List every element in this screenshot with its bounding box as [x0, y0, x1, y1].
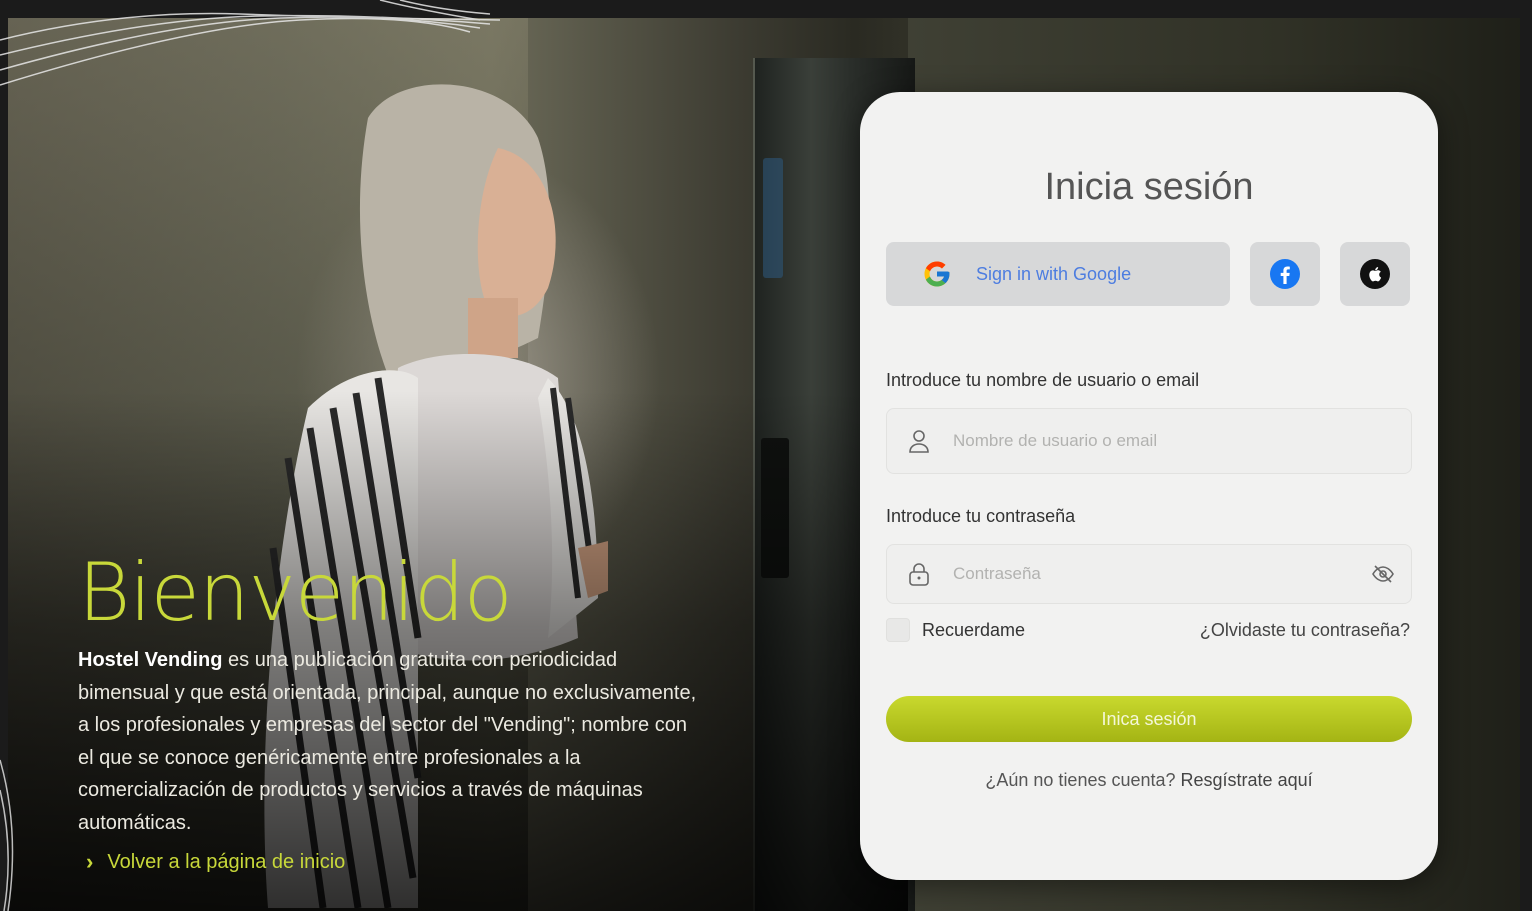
user-icon	[887, 428, 951, 454]
lock-icon	[887, 561, 951, 587]
description-text: es una publicación gratuita con periodic…	[78, 649, 697, 834]
password-label: Introduce tu contraseña	[886, 506, 1076, 526]
facebook-login-button[interactable]	[1250, 242, 1320, 306]
username-input[interactable]	[951, 430, 1411, 452]
register-prompt-text: ¿Aún no tienes cuenta?	[985, 770, 1181, 790]
apple-login-button[interactable]	[1340, 242, 1410, 306]
remember-label: Recuerdame	[922, 619, 1026, 640]
apple-icon	[1360, 259, 1390, 289]
welcome-title: Bienvenido	[78, 546, 513, 639]
forgot-password-link[interactable]: ¿Olvidaste tu contraseña?	[1200, 620, 1410, 641]
remember-me[interactable]: Recuerdame	[886, 618, 1025, 642]
decorative-lines	[0, 0, 501, 86]
eye-off-icon[interactable]	[1355, 564, 1411, 584]
chevron-right-icon: ›	[86, 849, 94, 874]
login-card: Inicia sesión Sign in with Google Introd	[860, 92, 1438, 880]
back-home-link[interactable]: › Volver a la página de inicio	[78, 849, 708, 875]
remember-checkbox[interactable]	[886, 618, 910, 642]
brand-name: Hostel Vending	[78, 649, 223, 671]
google-sign-in-button[interactable]: Sign in with Google	[886, 242, 1230, 306]
google-sign-in-label: Sign in with Google	[976, 263, 1132, 284]
register-link[interactable]: Resgístrate aquí	[1181, 770, 1313, 790]
google-icon	[924, 261, 950, 287]
register-prompt: ¿Aún no tienes cuenta? Resgístrate aquí	[860, 770, 1438, 791]
welcome-section: Bienvenido Hostel Vending es una publica…	[78, 548, 708, 875]
back-home-label: Volver a la página de inicio	[107, 850, 346, 873]
login-title: Inicia sesión	[1044, 166, 1254, 208]
social-login-row: Sign in with Google	[886, 242, 1410, 306]
password-input[interactable]	[951, 563, 1355, 585]
username-label: Introduce tu nombre de usuario o email	[886, 370, 1200, 390]
facebook-icon	[1270, 259, 1300, 289]
username-field[interactable]	[886, 408, 1412, 474]
decorative-lines-left	[0, 759, 14, 911]
welcome-description: Hostel Vending es una publicación gratui…	[78, 644, 708, 839]
password-field[interactable]	[886, 544, 1412, 604]
login-button[interactable]: Inica sesión	[886, 696, 1412, 742]
vending-screen	[763, 158, 783, 278]
